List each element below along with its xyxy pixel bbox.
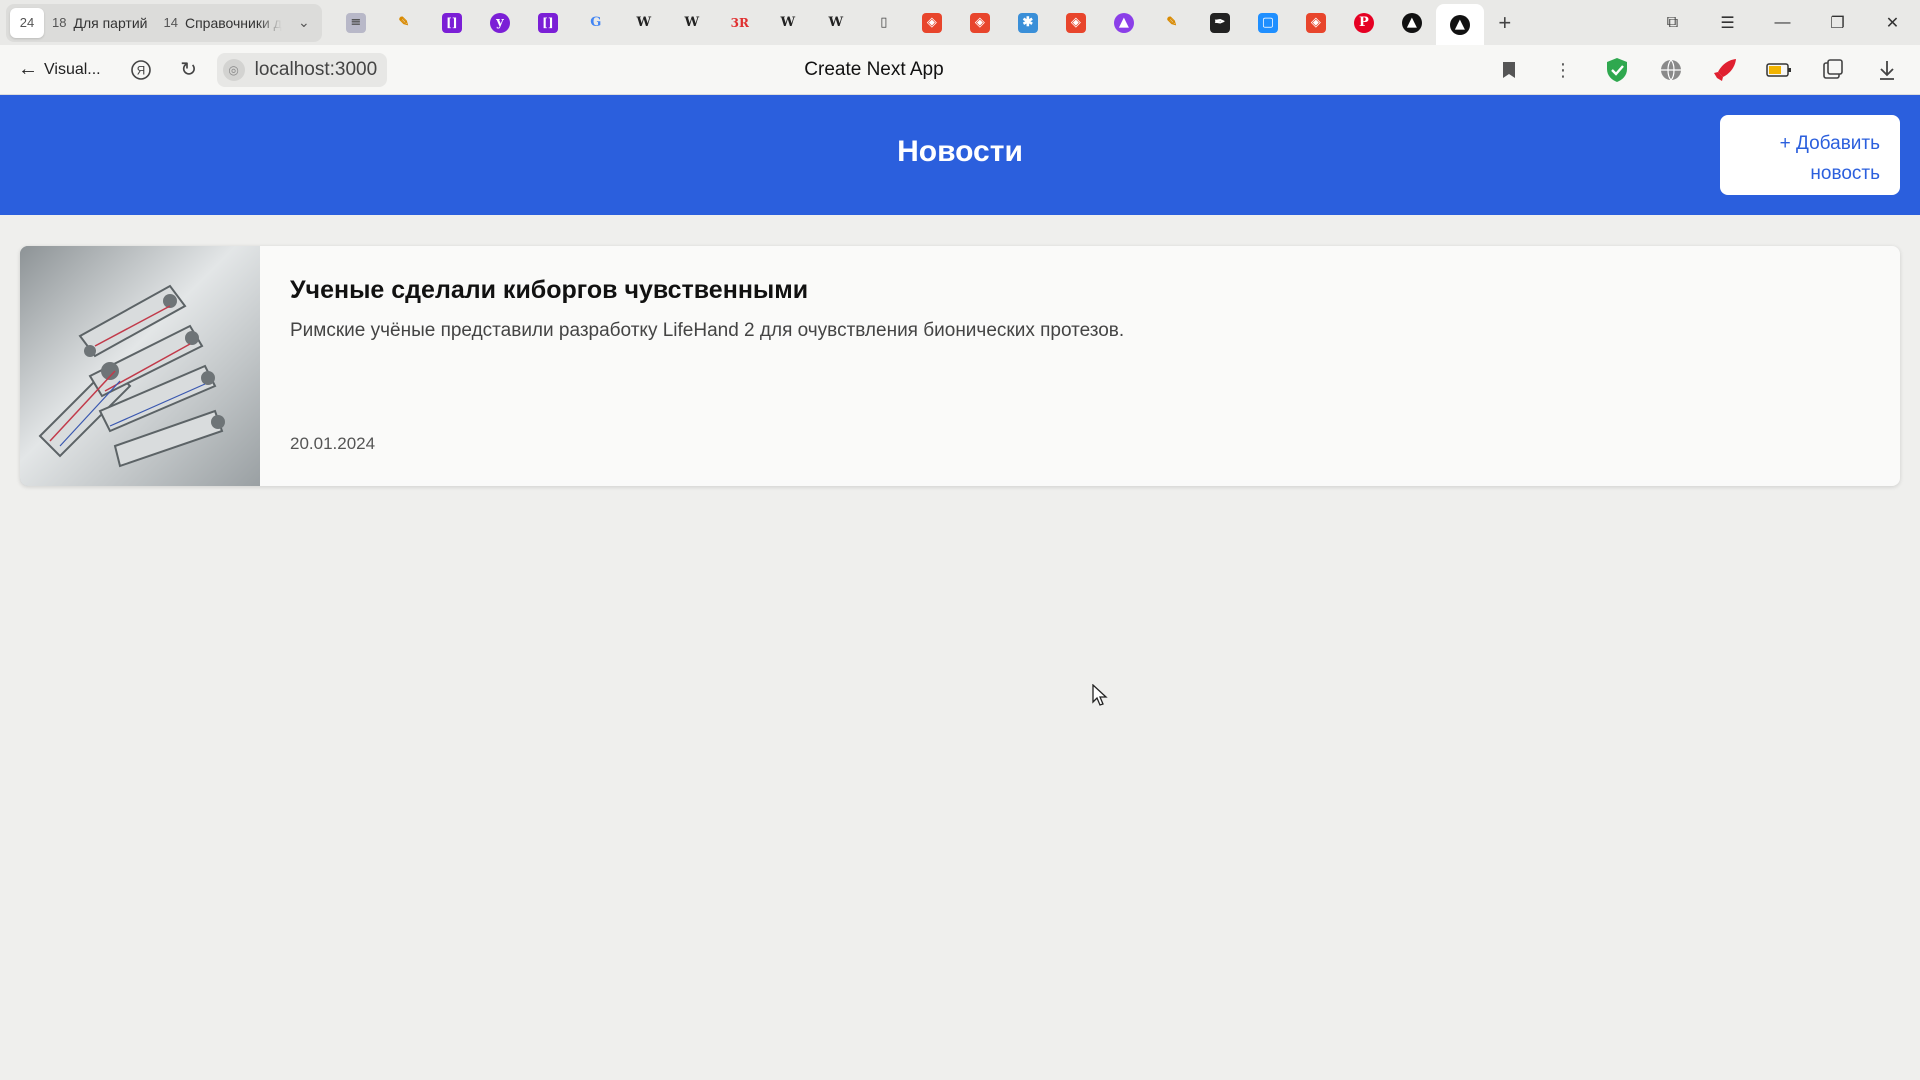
pinned-tab[interactable]: ≡ bbox=[332, 4, 380, 42]
pinned-tab[interactable]: y bbox=[476, 4, 524, 42]
tab-title: Для партий bbox=[73, 14, 148, 31]
purple-triangle-icon: ▲ bbox=[1113, 12, 1134, 33]
tab-count: 24 bbox=[19, 15, 35, 30]
bookmark-icon[interactable] bbox=[1482, 45, 1536, 95]
news-date: 20.01.2024 bbox=[290, 434, 376, 453]
url-text: localhost:3000 bbox=[254, 58, 378, 80]
browser-tab-strip: 24 18 Для партий 14 Справочники д ⌄ ≡ ✎ []… bbox=[0, 0, 1920, 45]
pinned-tab[interactable]: ◈ bbox=[956, 4, 1004, 42]
wikipedia-icon: W bbox=[780, 15, 796, 30]
dark-feather-icon: ✒ bbox=[1209, 12, 1230, 33]
wikipedia-icon: W bbox=[684, 15, 700, 30]
download-icon[interactable] bbox=[1860, 45, 1914, 95]
pen-icon: ✎ bbox=[398, 15, 410, 30]
back-button[interactable]: ← Visual... bbox=[18, 58, 101, 81]
tab-title: Справочники д bbox=[184, 14, 282, 31]
pinned-tab[interactable]: ✒ bbox=[1196, 4, 1244, 42]
pinned-tab[interactable]: ▲ bbox=[1388, 4, 1436, 42]
globe-icon[interactable] bbox=[1644, 45, 1698, 95]
news-image bbox=[20, 246, 260, 486]
red-shield-icon: ◈ bbox=[1065, 12, 1086, 33]
pinned-tab[interactable]: W bbox=[812, 4, 860, 42]
new-tab-button[interactable]: + bbox=[1488, 6, 1522, 40]
app-title: Новости bbox=[897, 135, 1023, 168]
address-bar[interactable]: ◎ localhost:3000 bbox=[216, 52, 388, 87]
close-window-button[interactable]: ✕ bbox=[1865, 0, 1920, 45]
wikipedia-icon: W bbox=[828, 15, 844, 30]
tab-group-parties[interactable]: 18 Для партий bbox=[44, 8, 156, 38]
chevron-down-icon[interactable]: ⌄ bbox=[290, 8, 318, 38]
site-info-icon[interactable]: ◎ bbox=[222, 58, 245, 81]
menu-icon[interactable]: ☰ bbox=[1700, 0, 1755, 45]
pinned-tab[interactable]: W bbox=[764, 4, 812, 42]
pinned-tab[interactable]: ▯ bbox=[860, 4, 908, 42]
3r-icon: 3R bbox=[730, 15, 749, 30]
pinned-tab[interactable]: P bbox=[1340, 4, 1388, 42]
purple-bracket-icon: [] bbox=[441, 12, 462, 33]
news-card[interactable]: Ученые сделали киборгов чувственными Рим… bbox=[20, 246, 1900, 486]
add-news-button[interactable]: + Добавить новость bbox=[1720, 115, 1900, 195]
puzzle-icon: ✱ bbox=[1017, 12, 1038, 33]
tab-group-references[interactable]: 14 Справочники д bbox=[156, 8, 290, 38]
pinned-tab[interactable]: ✎ bbox=[1148, 4, 1196, 42]
pinned-tab[interactable]: ◈ bbox=[1052, 4, 1100, 42]
pinned-tab[interactable]: W bbox=[620, 4, 668, 42]
tab-group: 24 18 Для партий 14 Справочники д ⌄ bbox=[6, 3, 322, 42]
news-description: Римские учёные представили разработку Li… bbox=[290, 320, 1125, 341]
toolbar-right: ⋮ bbox=[1482, 45, 1920, 95]
pen-icon: ✎ bbox=[1166, 15, 1178, 30]
pinned-tab[interactable]: [] bbox=[524, 4, 572, 42]
reload-icon[interactable]: ↻ bbox=[169, 50, 209, 90]
mouse-cursor-icon bbox=[1092, 683, 1108, 713]
blue-chat-icon: ▢ bbox=[1257, 12, 1278, 33]
browser-toolbar: ← Visual... Я ↻ ◎ localhost:3000 Create … bbox=[0, 45, 1920, 95]
pinned-tab[interactable]: ▢ bbox=[1244, 4, 1292, 42]
pinned-tab[interactable]: ◈ bbox=[1292, 4, 1340, 42]
black-triangle-icon: ▲ bbox=[1449, 14, 1470, 35]
tab-collections-icon[interactable]: ⧉ bbox=[1645, 0, 1700, 45]
tab-group-24[interactable]: 24 bbox=[10, 7, 44, 38]
pinned-tab[interactable]: G bbox=[572, 4, 620, 42]
more-options-icon[interactable]: ⋮ bbox=[1536, 45, 1590, 95]
restore-button[interactable]: ❐ bbox=[1810, 0, 1865, 45]
pinned-tab[interactable]: ▲ bbox=[1100, 4, 1148, 42]
pinned-tab[interactable]: W bbox=[668, 4, 716, 42]
app-header: Новости + Добавить новость bbox=[0, 95, 1920, 215]
shield-check-icon[interactable] bbox=[1590, 45, 1644, 95]
window-controls: ⧉ ☰ — ❐ ✕ bbox=[1645, 0, 1920, 45]
pinned-tab[interactable]: ✱ bbox=[1004, 4, 1052, 42]
red-shield-icon: ◈ bbox=[969, 12, 990, 33]
tab-count: 14 bbox=[163, 15, 178, 30]
news-body: Ученые сделали киборгов чувственными Рим… bbox=[260, 246, 1900, 486]
wikipedia-icon: W bbox=[636, 15, 652, 30]
extensions-icon[interactable] bbox=[1806, 45, 1860, 95]
purple-bracket-icon: [] bbox=[537, 12, 558, 33]
pinned-tab[interactable]: ✎ bbox=[380, 4, 428, 42]
pinned-tabs: ≡ ✎ [] y [] G W W 3R W W ▯ ◈ ◈ ✱ ◈ ▲ ✎ ✒ ▢ ◈ P ▲ ▲ bbox=[332, 0, 1484, 45]
page-viewport: Новости + Добавить новость Ученые сделал… bbox=[0, 95, 1920, 1080]
red-shield-icon: ◈ bbox=[1305, 12, 1326, 33]
pinned-tab[interactable]: [] bbox=[428, 4, 476, 42]
pinterest-icon: P bbox=[1353, 12, 1374, 33]
rocket-icon[interactable] bbox=[1698, 45, 1752, 95]
back-label: Visual... bbox=[44, 60, 101, 78]
battery-icon[interactable] bbox=[1752, 45, 1806, 95]
pinned-tab[interactable]: 3R bbox=[716, 4, 764, 42]
red-shield-icon: ◈ bbox=[921, 12, 942, 33]
minimize-button[interactable]: — bbox=[1755, 0, 1810, 45]
tab-count: 18 bbox=[52, 15, 67, 30]
svg-text:Я: Я bbox=[136, 63, 145, 77]
yandex-icon[interactable]: Я bbox=[121, 50, 161, 90]
document-icon: ▯ bbox=[880, 15, 888, 30]
black-triangle-icon: ▲ bbox=[1401, 12, 1422, 33]
pinned-tab[interactable]: ◈ bbox=[908, 4, 956, 42]
back-arrow-icon: ← bbox=[18, 58, 38, 80]
purple-circle-icon: y bbox=[489, 12, 510, 33]
google-icon: G bbox=[590, 15, 602, 30]
bookmark-stripe-icon: ≡ bbox=[345, 12, 366, 33]
pinned-tab[interactable]: ▲ bbox=[1435, 4, 1484, 45]
news-title[interactable]: Ученые сделали киборгов чувственными bbox=[290, 276, 1870, 305]
